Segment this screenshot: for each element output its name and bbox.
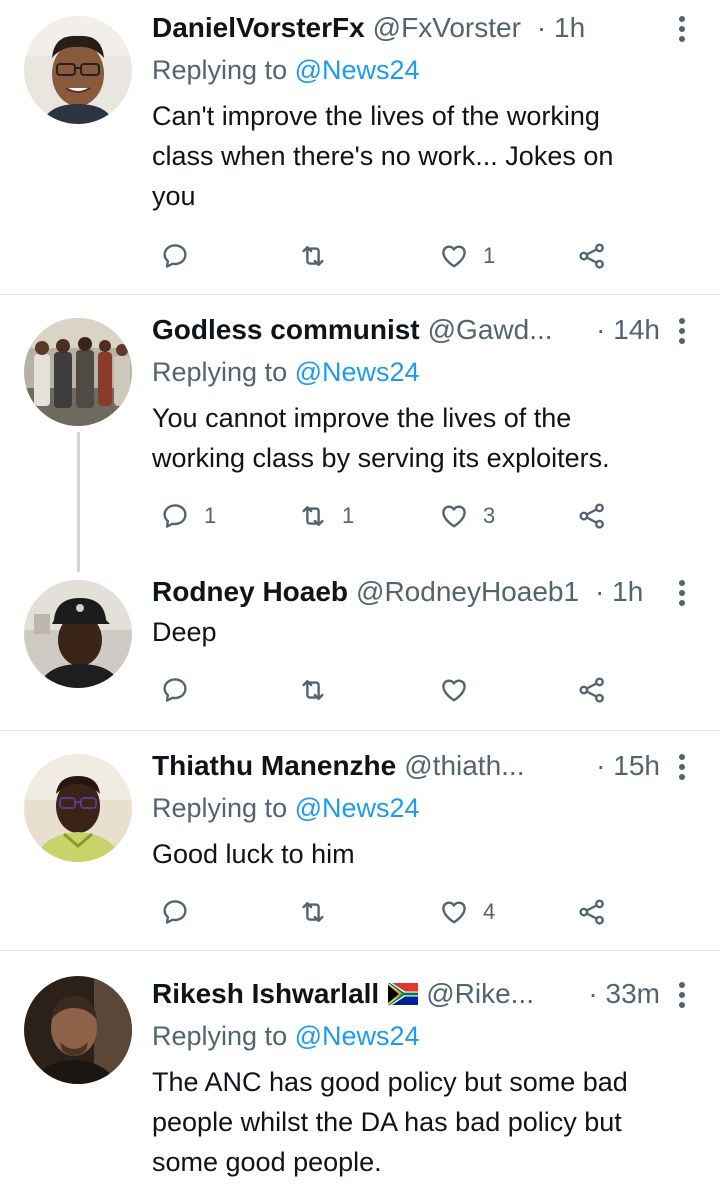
- tweet-2-header: Godless communist @Gawd... · 14h: [152, 312, 660, 348]
- retweet-icon: [302, 506, 324, 526]
- more-vertical-icon[interactable]: [678, 14, 686, 44]
- more-vertical-icon[interactable]: [678, 578, 686, 608]
- like-button[interactable]: [439, 670, 483, 710]
- display-name[interactable]: Godless communist: [152, 312, 420, 348]
- share-button[interactable]: [577, 236, 607, 276]
- replying-to-mention[interactable]: @News24: [295, 357, 420, 387]
- replying-to-mention[interactable]: @News24: [295, 55, 420, 85]
- user-handle[interactable]: @Gawd...: [428, 312, 553, 348]
- more-vertical-icon[interactable]: [678, 316, 686, 346]
- tweet-text: The ANC has good policy but some bad peo…: [152, 1067, 628, 1177]
- more-vertical-icon[interactable]: [678, 980, 686, 1010]
- like-button[interactable]: 1: [439, 236, 495, 276]
- divider: [0, 294, 720, 295]
- heart-icon: [442, 901, 466, 924]
- replying-to-label: Replying to: [152, 357, 295, 387]
- heart-icon: [442, 245, 466, 268]
- display-name[interactable]: Thiathu Manenzhe: [152, 748, 396, 784]
- retweet-count: 1: [342, 503, 355, 528]
- replying-to-label: Replying to: [152, 55, 295, 85]
- divider: [0, 730, 720, 731]
- share-icon: [579, 243, 604, 269]
- share-icon: [579, 503, 604, 529]
- retweet-icon: [302, 902, 324, 922]
- tweet-actions: 4: [152, 892, 622, 932]
- reply-icon: [163, 244, 187, 268]
- reply-icon: [163, 678, 187, 702]
- heart-icon: [442, 679, 466, 702]
- tweet-4-header: Thiathu Manenzhe @thiath... · 15h: [152, 748, 660, 784]
- retweet-button[interactable]: 1: [298, 496, 354, 536]
- reply-button[interactable]: [160, 892, 204, 932]
- retweet-button[interactable]: [298, 892, 342, 932]
- south-africa-flag-icon: [388, 983, 419, 1005]
- tweet-1-header: DanielVorsterFx @FxVorster · 1h: [152, 10, 660, 46]
- like-button[interactable]: 3: [439, 496, 495, 536]
- reply-button[interactable]: 1: [160, 496, 216, 536]
- retweet-icon: [302, 246, 324, 266]
- avatar-danielvorsterfx[interactable]: [24, 16, 132, 124]
- like-count: 3: [483, 503, 496, 528]
- user-handle[interactable]: @Rike...: [426, 976, 534, 1012]
- replying-to-mention[interactable]: @News24: [295, 1021, 420, 1051]
- timestamp[interactable]: · 33m: [580, 976, 660, 1012]
- replying-to-mention[interactable]: @News24: [295, 793, 420, 823]
- reply-icon: [163, 900, 187, 924]
- like-button[interactable]: 4: [439, 892, 495, 932]
- timestamp[interactable]: · 1h: [587, 574, 643, 610]
- tweet-actions: 1 1 3: [152, 496, 622, 536]
- display-name[interactable]: Rodney Hoaeb: [152, 574, 348, 610]
- replying-to-label: Replying to: [152, 1021, 295, 1051]
- share-icon: [579, 899, 604, 925]
- tweet-text: Good luck to him: [152, 839, 355, 869]
- display-name[interactable]: DanielVorsterFx: [152, 10, 365, 46]
- reply-button[interactable]: [160, 236, 204, 276]
- tweet-actions: [152, 670, 622, 710]
- divider: [0, 950, 720, 951]
- reply-icon: [163, 504, 187, 528]
- tweet-5-header: Rikesh Ishwarlall @Rike... · 33m: [152, 976, 660, 1012]
- retweet-button[interactable]: [298, 236, 342, 276]
- share-button[interactable]: [577, 496, 607, 536]
- avatar-thiathu-manenzhe[interactable]: [24, 754, 132, 862]
- retweet-button[interactable]: [298, 670, 342, 710]
- like-count: 4: [483, 899, 496, 924]
- user-handle[interactable]: @RodneyHoaeb1: [356, 574, 579, 610]
- replying-to: Replying to @News24: [152, 354, 420, 390]
- timestamp[interactable]: · 14h: [588, 312, 660, 348]
- timestamp[interactable]: · 15h: [588, 748, 660, 784]
- timestamp[interactable]: · 1h: [529, 10, 585, 46]
- reply-button[interactable]: [160, 670, 204, 710]
- share-icon: [579, 677, 604, 703]
- replying-to: Replying to @News24: [152, 1018, 420, 1054]
- reply-count: 1: [204, 503, 217, 528]
- like-count: 1: [483, 243, 496, 268]
- replying-to-label: Replying to: [152, 793, 295, 823]
- thread-line: [77, 432, 80, 572]
- replying-to: Replying to @News24: [152, 790, 420, 826]
- user-handle[interactable]: @FxVorster: [373, 10, 521, 46]
- more-vertical-icon[interactable]: [678, 752, 686, 782]
- tweet-3-header: Rodney Hoaeb @RodneyHoaeb1 · 1h: [152, 574, 660, 610]
- tweet-text: You cannot improve the lives of the work…: [152, 403, 610, 473]
- display-name[interactable]: Rikesh Ishwarlall: [152, 976, 379, 1012]
- avatar-rikesh-ishwarlall[interactable]: [24, 976, 132, 1084]
- tweet-text: Deep: [152, 617, 217, 647]
- share-button[interactable]: [577, 670, 607, 710]
- user-handle[interactable]: @thiath...: [404, 748, 524, 784]
- share-button[interactable]: [577, 892, 607, 932]
- avatar-godless-communist[interactable]: [24, 318, 132, 426]
- avatar-rodney-hoaeb[interactable]: [24, 580, 132, 688]
- replying-to: Replying to @News24: [152, 52, 420, 88]
- heart-icon: [442, 505, 466, 528]
- retweet-icon: [302, 680, 324, 700]
- tweet-text: Can't improve the lives of the working c…: [152, 101, 614, 211]
- tweet-actions: 1: [152, 236, 622, 276]
